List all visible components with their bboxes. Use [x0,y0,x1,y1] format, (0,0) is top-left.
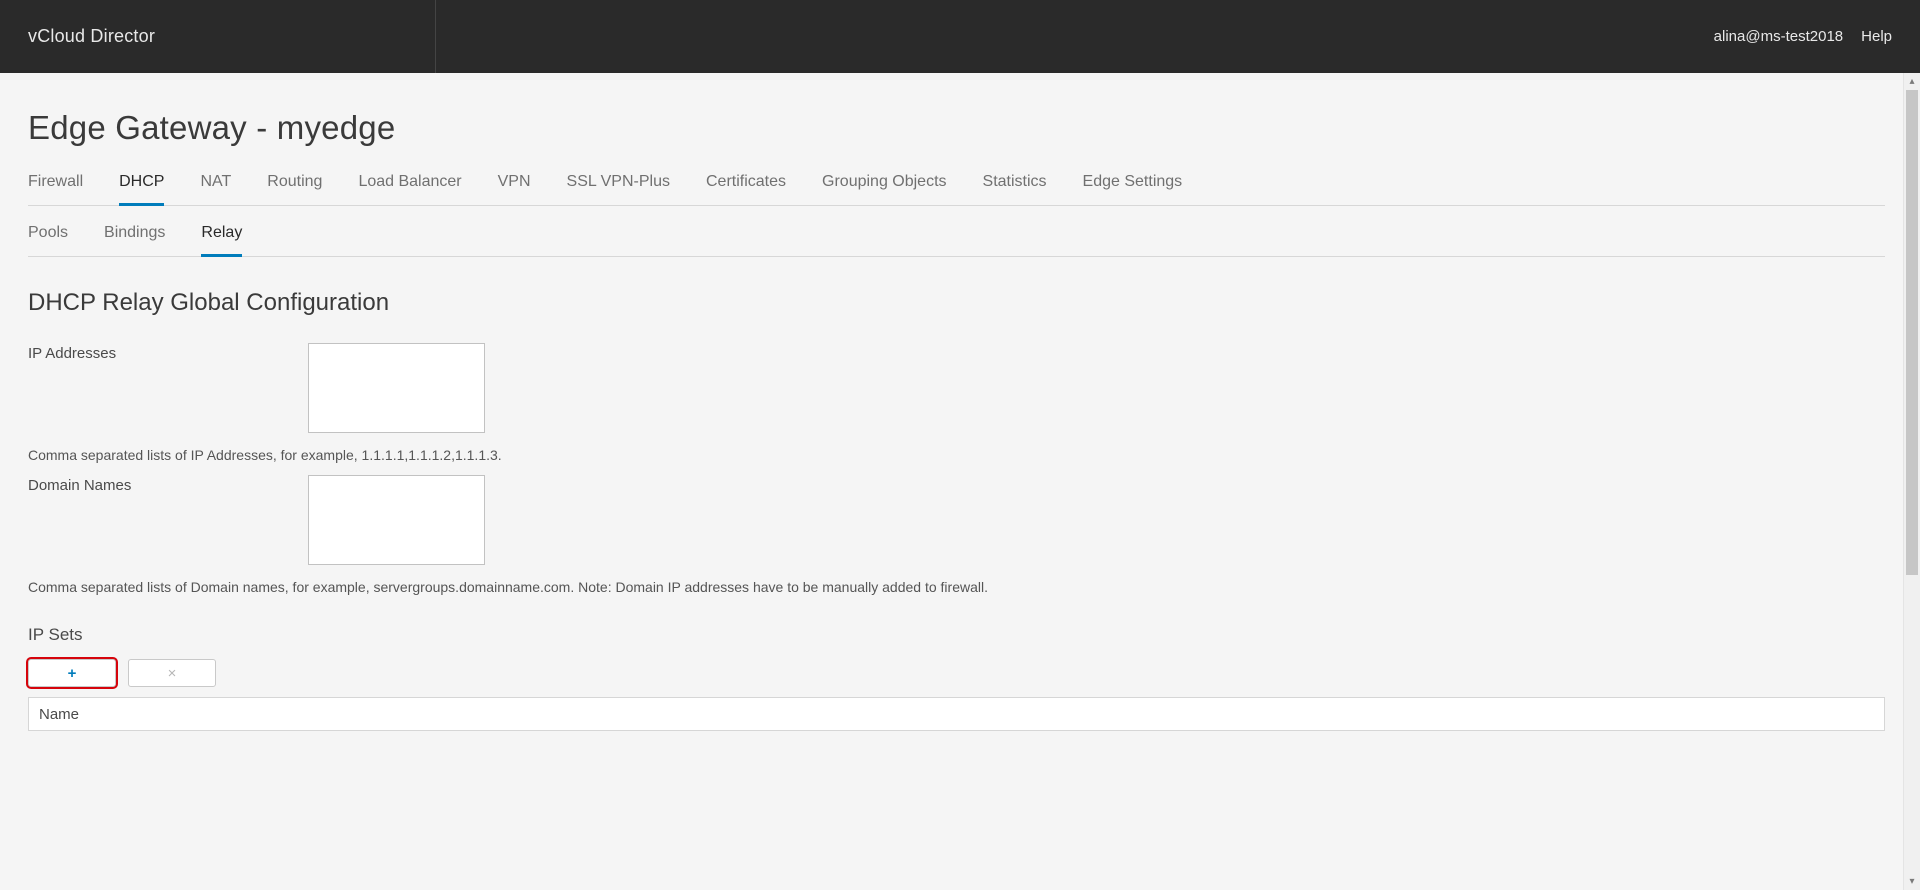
tab-statistics[interactable]: Statistics [983,173,1047,205]
scroll-up-arrow-icon[interactable]: ▴ [1904,73,1920,90]
tab-nat[interactable]: NAT [200,173,231,205]
tab-vpn[interactable]: VPN [498,173,531,205]
content: Edge Gateway - myedge Firewall DHCP NAT … [0,73,1903,890]
ip-sets-title: IP Sets [28,625,1897,645]
ip-sets-toolbar: + × [28,659,1897,687]
col-name: Name [39,706,79,723]
user-menu[interactable]: alina@ms-test2018 [1714,28,1843,45]
close-icon: × [168,665,177,682]
section-title: DHCP Relay Global Configuration [28,289,1897,317]
brand-title: vCloud Director [28,26,155,47]
topbar: vCloud Director alina@ms-test2018 Help [0,0,1920,73]
topbar-left: vCloud Director [28,0,436,73]
row-ip-addresses: IP Addresses [28,343,1897,433]
scroll-track[interactable] [1904,90,1920,873]
sub-tabs: Pools Bindings Relay [28,224,1885,257]
scroll-down-arrow-icon[interactable]: ▾ [1904,873,1920,890]
ip-addresses-help: Comma separated lists of IP Addresses, f… [28,447,1897,463]
subtab-bindings[interactable]: Bindings [104,224,165,256]
page-title: Edge Gateway - myedge [28,109,1897,147]
domain-names-label: Domain Names [28,475,308,494]
ip-addresses-input[interactable] [308,343,485,433]
help-link[interactable]: Help [1861,28,1892,45]
tab-ssl-vpn-plus[interactable]: SSL VPN-Plus [567,173,670,205]
add-ip-set-button[interactable]: + [28,659,116,687]
vertical-scrollbar[interactable]: ▴ ▾ [1903,73,1920,890]
main-tabs: Firewall DHCP NAT Routing Load Balancer … [28,173,1885,206]
domain-names-help: Comma separated lists of Domain names, f… [28,579,1897,595]
tab-grouping-objects[interactable]: Grouping Objects [822,173,947,205]
row-domain-names: Domain Names [28,475,1897,565]
tab-dhcp[interactable]: DHCP [119,173,164,206]
subtab-relay[interactable]: Relay [201,224,242,257]
tab-edge-settings[interactable]: Edge Settings [1083,173,1183,205]
domain-names-input[interactable] [308,475,485,565]
plus-icon: + [68,665,77,682]
remove-ip-set-button[interactable]: × [128,659,216,687]
tab-routing[interactable]: Routing [267,173,322,205]
subtab-pools[interactable]: Pools [28,224,68,256]
ip-sets-table-header: Name [28,697,1885,731]
scroll-thumb[interactable] [1906,90,1918,575]
tab-load-balancer[interactable]: Load Balancer [358,173,461,205]
tab-firewall[interactable]: Firewall [28,173,83,205]
topbar-divider [435,0,436,73]
topbar-right: alina@ms-test2018 Help [1714,28,1892,45]
ip-addresses-label: IP Addresses [28,343,308,362]
tab-certificates[interactable]: Certificates [706,173,786,205]
